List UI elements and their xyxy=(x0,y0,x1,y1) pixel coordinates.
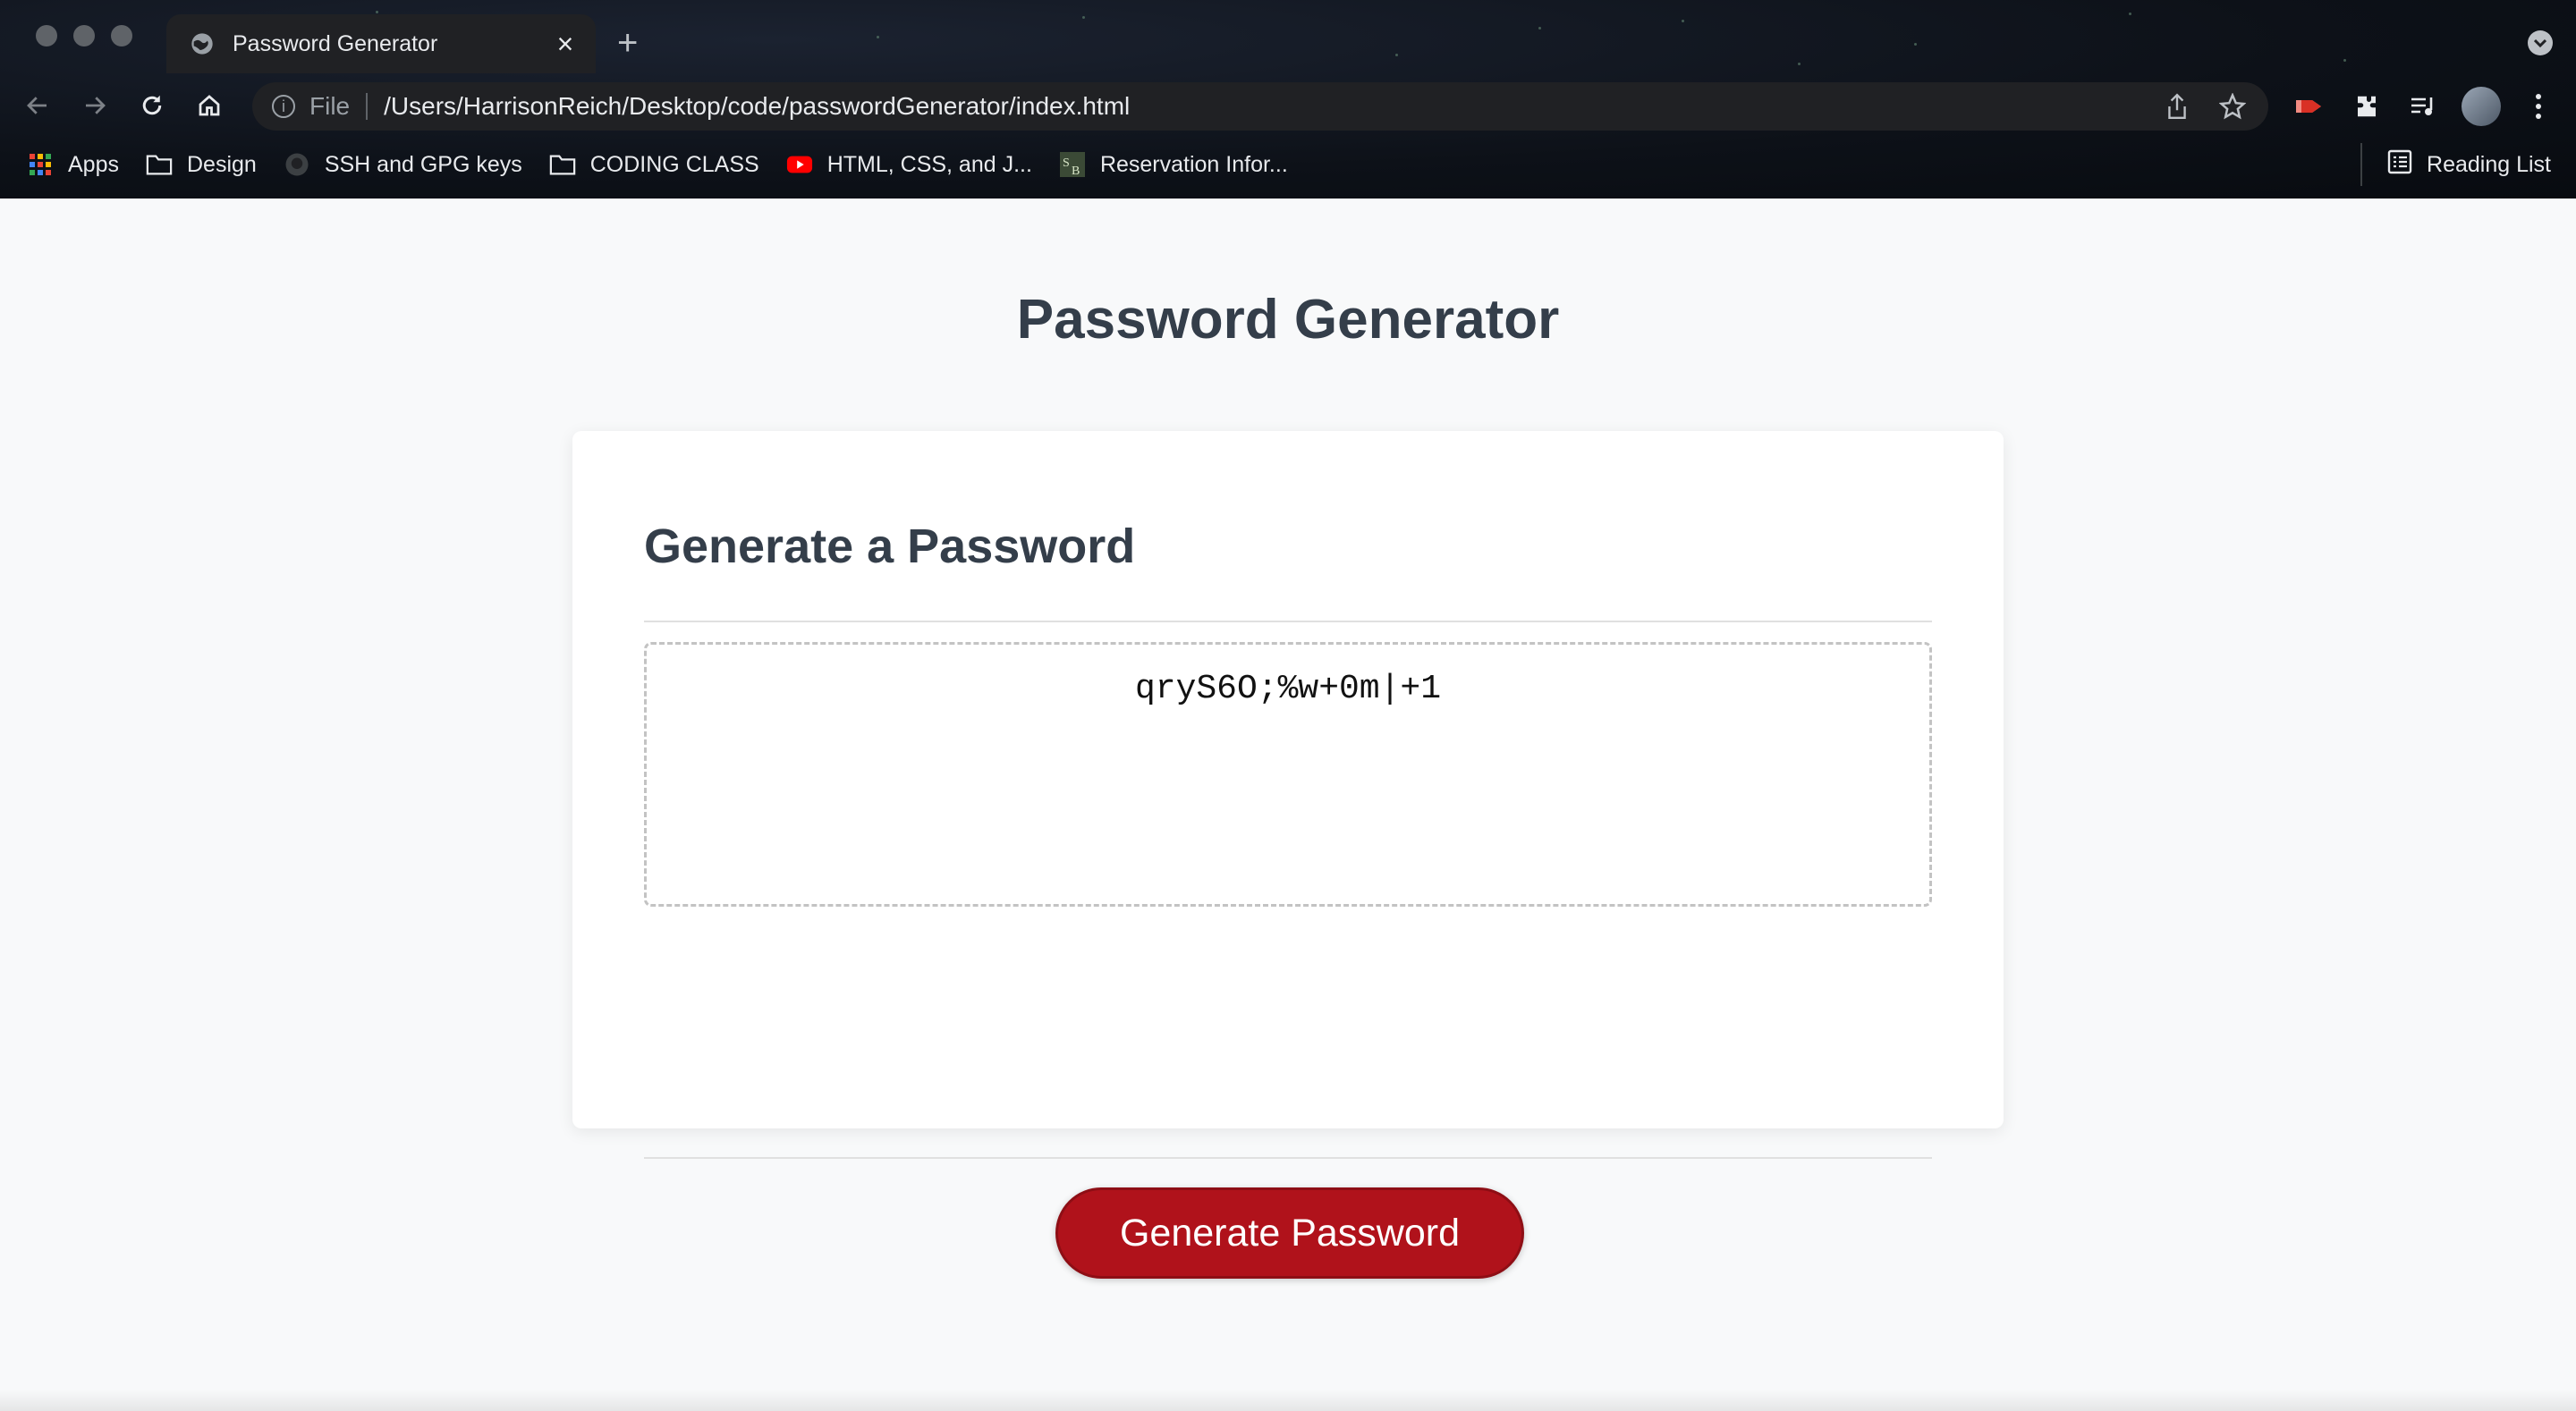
extension-red-icon[interactable] xyxy=(2290,87,2329,126)
bookmark-label: CODING CLASS xyxy=(589,151,759,177)
card-header-divider xyxy=(644,621,1932,622)
bookmark-label: SSH and GPG keys xyxy=(324,151,522,177)
bookmark-apps[interactable]: Apps xyxy=(27,143,119,186)
tab-title: Password Generator xyxy=(233,30,438,56)
home-icon[interactable] xyxy=(190,86,229,125)
reading-list-button[interactable]: Reading List xyxy=(2360,143,2551,186)
reading-list-label: Reading List xyxy=(2427,151,2551,177)
folder-icon xyxy=(146,151,173,178)
sb-site-icon: SB xyxy=(1059,151,1086,178)
extensions-area xyxy=(2290,82,2576,131)
card-title: Generate a Password xyxy=(644,520,1136,573)
bookmark-html-css-js[interactable]: HTML, CSS, and J... xyxy=(786,143,1032,186)
apps-grid-icon xyxy=(27,151,54,178)
globe-icon xyxy=(191,33,213,55)
address-url[interactable]: /Users/HarrisonReich/Desktop/code/passwo… xyxy=(384,92,2157,121)
bottom-shadow xyxy=(0,1390,2576,1411)
window-controls xyxy=(36,25,132,46)
close-window-button[interactable] xyxy=(36,25,57,46)
bookmark-label: Design xyxy=(186,151,257,177)
minimize-window-button[interactable] xyxy=(73,25,95,46)
close-tab-icon[interactable]: × xyxy=(547,26,583,62)
puzzle-extensions-icon[interactable] xyxy=(2347,87,2386,126)
media-queue-icon[interactable] xyxy=(2404,87,2444,126)
card-footer-divider xyxy=(644,1157,1932,1159)
address-separator xyxy=(366,93,369,120)
svg-text:B: B xyxy=(1072,165,1080,178)
generator-card: Generate a Password qryS6O;%w+0m|+1 Gene… xyxy=(572,431,2004,1279)
address-scheme-label: File xyxy=(309,92,351,120)
tab-search-icon[interactable] xyxy=(2528,30,2553,55)
bookmark-reservation-info[interactable]: SB Reservation Infor... xyxy=(1059,143,1288,186)
site-info-icon[interactable]: i xyxy=(272,95,295,118)
share-icon[interactable] xyxy=(2157,87,2197,126)
more-menu-icon[interactable] xyxy=(2519,87,2558,126)
browser-toolbar: i File /Users/HarrisonReich/Desktop/code… xyxy=(0,73,2576,138)
bookmark-coding-class[interactable]: CODING CLASS xyxy=(549,143,759,186)
bookmark-ssh-gpg-keys[interactable]: SSH and GPG keys xyxy=(284,143,522,186)
reading-list-icon xyxy=(2387,149,2412,181)
bookmark-star-icon[interactable] xyxy=(2213,87,2252,126)
folder-icon xyxy=(549,151,576,178)
address-bar[interactable]: i File /Users/HarrisonReich/Desktop/code… xyxy=(252,82,2268,131)
page-title: Password Generator xyxy=(1016,289,1560,351)
password-output-field[interactable]: qryS6O;%w+0m|+1 xyxy=(644,642,1932,907)
browser-chrome: Password Generator × + i File /Users/Har… xyxy=(0,0,2576,199)
bookmark-label: Apps xyxy=(68,151,119,177)
bookmark-label: Reservation Infor... xyxy=(1099,151,1288,177)
profile-avatar[interactable] xyxy=(2462,87,2501,126)
bookmarks-bar: Apps Design SSH and GPG keys CODING CLAS… xyxy=(0,143,2576,186)
svg-text:S: S xyxy=(1063,156,1070,170)
back-arrow-icon[interactable] xyxy=(18,86,57,125)
bookmark-design[interactable]: Design xyxy=(146,143,257,186)
browser-tab[interactable]: Password Generator × xyxy=(166,14,596,73)
youtube-icon xyxy=(786,151,813,178)
page-content: Password Generator Generate a Password q… xyxy=(0,199,2576,1411)
forward-arrow-icon[interactable] xyxy=(75,86,114,125)
new-tab-button[interactable]: + xyxy=(617,25,638,61)
generate-password-button[interactable]: Generate Password xyxy=(1055,1187,1524,1279)
github-icon xyxy=(284,151,310,178)
bookmark-label: HTML, CSS, and J... xyxy=(826,151,1032,177)
maximize-window-button[interactable] xyxy=(111,25,132,46)
reload-icon[interactable] xyxy=(132,86,172,125)
